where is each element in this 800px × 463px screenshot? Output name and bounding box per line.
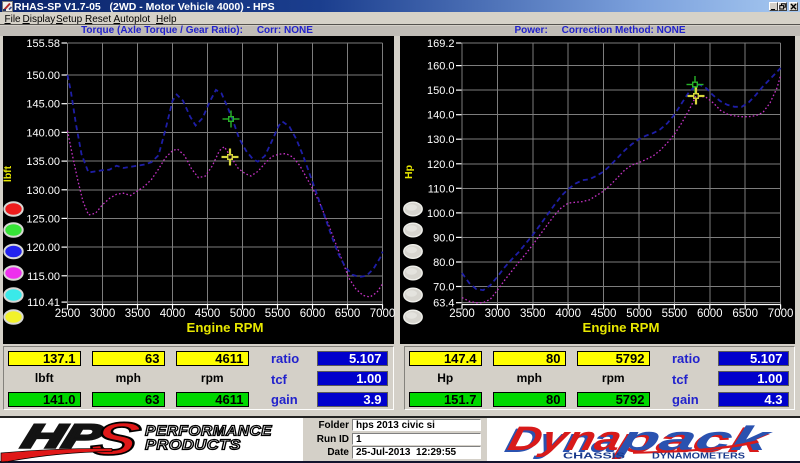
svg-text:130.0: 130.0	[427, 134, 455, 146]
svg-text:5000: 5000	[626, 308, 652, 320]
svg-text:90.0: 90.0	[433, 232, 454, 244]
svg-text:3500: 3500	[520, 308, 546, 320]
svg-text:Engine RPM: Engine RPM	[187, 320, 264, 335]
svg-text:5500: 5500	[265, 308, 291, 320]
svg-text:3500: 3500	[125, 308, 151, 320]
svg-text:6500: 6500	[335, 308, 361, 320]
svg-text:160.0: 160.0	[427, 61, 455, 73]
svg-text:155.58: 155.58	[26, 38, 60, 50]
svg-text:3000: 3000	[485, 308, 511, 320]
svg-text:120.00: 120.00	[26, 242, 60, 254]
svg-text:140.0: 140.0	[427, 110, 455, 122]
svg-text:145.00: 145.00	[26, 99, 60, 111]
svg-text:lbft: lbft	[2, 165, 14, 182]
svg-text:7000: 7000	[768, 308, 794, 320]
svg-text:150.00: 150.00	[26, 70, 60, 82]
svg-text:3000: 3000	[90, 308, 116, 320]
svg-text:2500: 2500	[449, 308, 475, 320]
svg-text:4000: 4000	[160, 308, 186, 320]
svg-text:4500: 4500	[591, 308, 617, 320]
svg-text:6500: 6500	[732, 308, 758, 320]
svg-text:70.0: 70.0	[433, 282, 454, 294]
svg-text:135.00: 135.00	[26, 156, 60, 168]
svg-text:Engine RPM: Engine RPM	[583, 320, 660, 335]
svg-text:6000: 6000	[300, 308, 326, 320]
svg-text:5000: 5000	[230, 308, 256, 320]
svg-text:6000: 6000	[697, 308, 723, 320]
svg-text:80.0: 80.0	[433, 257, 454, 269]
svg-text:5500: 5500	[662, 308, 688, 320]
svg-text:Hp: Hp	[403, 165, 415, 179]
svg-text:7000: 7000	[370, 308, 396, 320]
svg-text:125.00: 125.00	[26, 213, 60, 225]
svg-text:169.2: 169.2	[427, 38, 455, 50]
svg-text:2500: 2500	[55, 308, 81, 320]
svg-text:140.00: 140.00	[26, 127, 60, 139]
svg-text:115.00: 115.00	[27, 271, 60, 283]
svg-text:150.0: 150.0	[427, 85, 455, 97]
svg-text:120.0: 120.0	[427, 159, 455, 171]
svg-text:4500: 4500	[195, 308, 221, 320]
svg-text:100.0: 100.0	[427, 208, 455, 220]
svg-text:4000: 4000	[555, 308, 581, 320]
svg-text:110.0: 110.0	[428, 183, 455, 195]
svg-text:130.00: 130.00	[26, 185, 60, 197]
